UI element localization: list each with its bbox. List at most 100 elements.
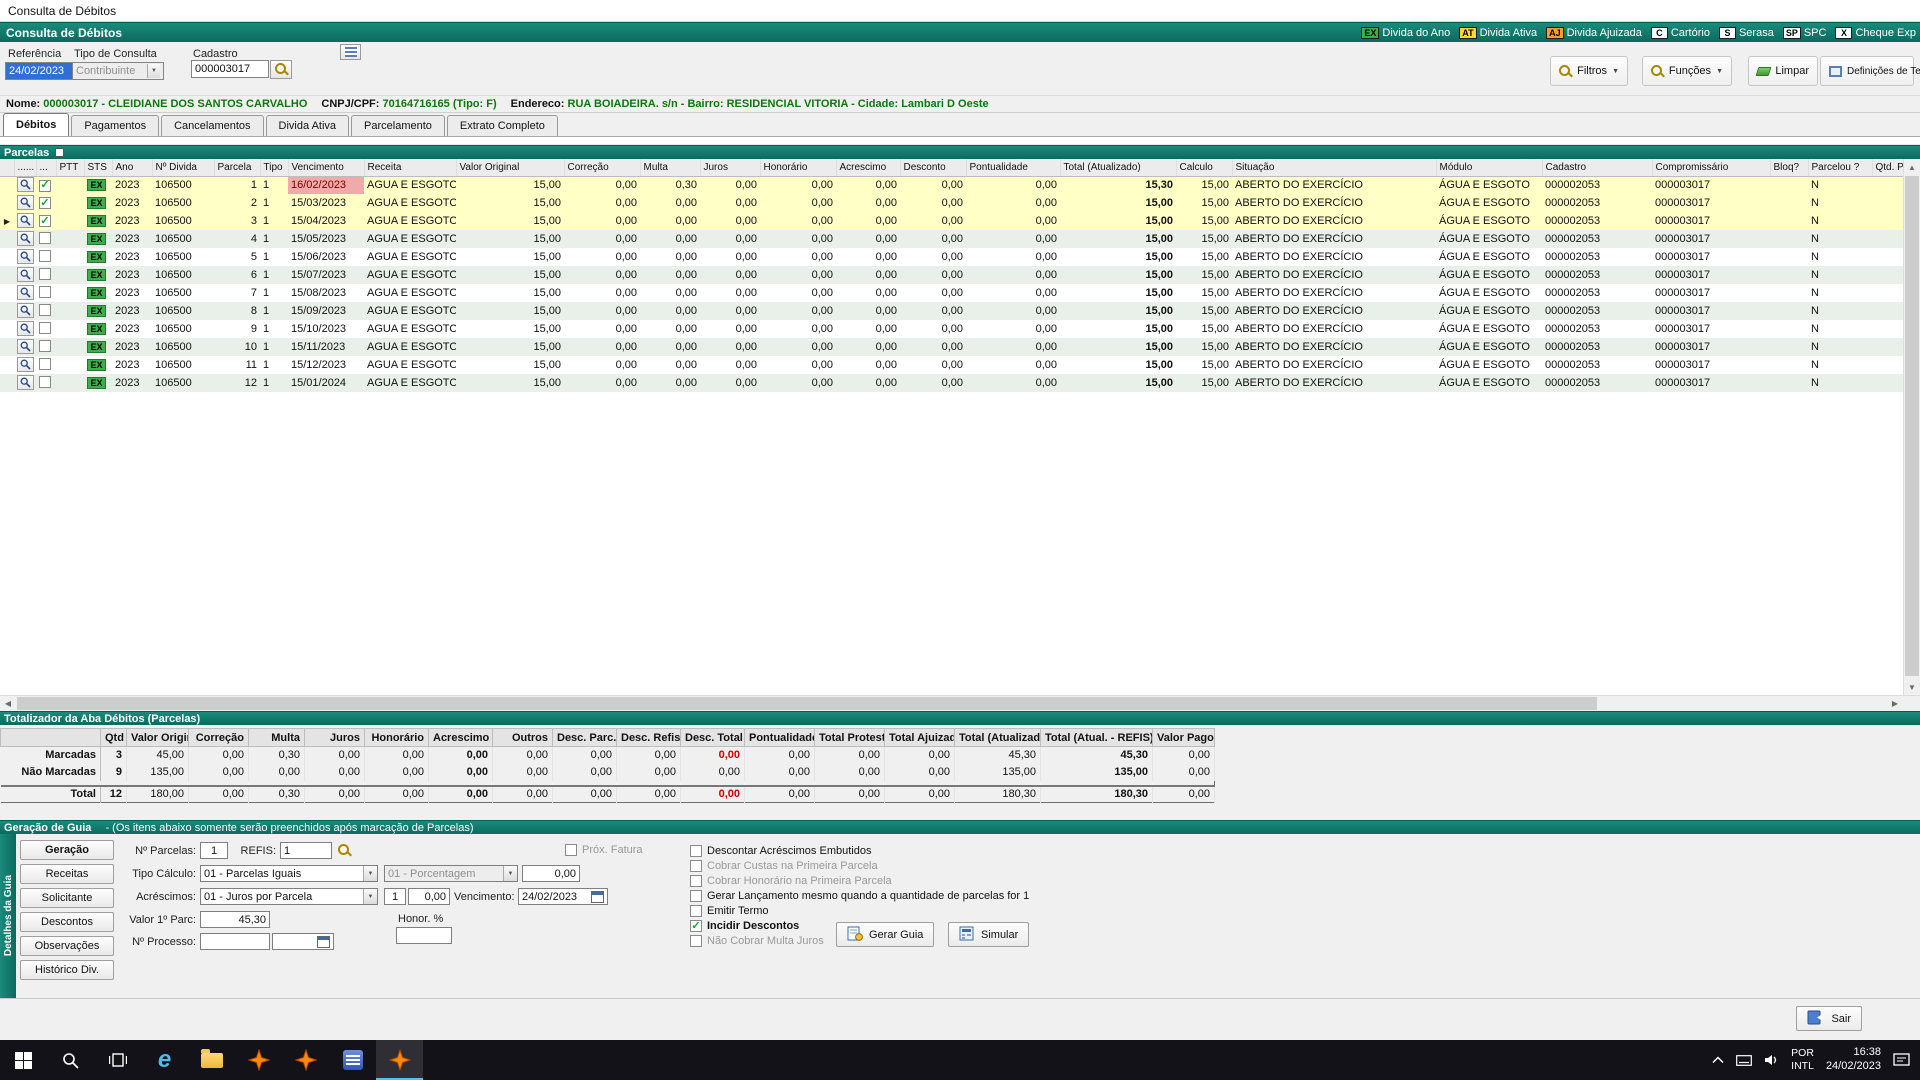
tab-divida-ativa[interactable]: Divida Ativa: [266, 115, 349, 136]
processo-input[interactable]: [200, 933, 270, 950]
column-header-receita[interactable]: Receita: [364, 159, 456, 176]
funcoes-button[interactable]: Funções ▼: [1642, 56, 1732, 86]
row-detail-button[interactable]: [17, 195, 34, 210]
tab-extrato-completo[interactable]: Extrato Completo: [447, 115, 558, 136]
row-detail-button[interactable]: [17, 339, 34, 354]
parcela-row[interactable]: EX20231065004115/05/2023AGUA E ESGOTO15,…: [0, 230, 1903, 248]
checkbox-cobrar-custas-na-primeira-parcela[interactable]: Cobrar Custas na Primeira Parcela: [690, 860, 878, 872]
calendar-icon[interactable]: [317, 936, 330, 948]
checkbox-emitir-termo[interactable]: Emitir Termo: [690, 905, 769, 917]
row-detail-button[interactable]: [17, 249, 34, 264]
sair-button[interactable]: Sair: [1796, 1006, 1862, 1031]
taskbar-app-1[interactable]: [235, 1040, 282, 1080]
tab-pagamentos[interactable]: Pagamentos: [71, 115, 159, 136]
row-checkbox[interactable]: [39, 340, 51, 352]
tab-parcelamento[interactable]: Parcelamento: [351, 115, 445, 136]
scroll-up-icon[interactable]: ▲: [1904, 159, 1920, 175]
parcela-row[interactable]: EX20231065008115/09/2023AGUA E ESGOTO15,…: [0, 302, 1903, 320]
column-header-situacao[interactable]: Situação: [1232, 159, 1436, 176]
row-detail-button[interactable]: [17, 321, 34, 336]
column-header-vencimento[interactable]: Vencimento: [288, 159, 364, 176]
checkbox-nao-cobrar-multa-juros[interactable]: Não Cobrar Multa Juros: [690, 935, 824, 947]
column-header-bloq[interactable]: Bloq?: [1770, 159, 1808, 176]
column-header-blank[interactable]: ...: [36, 159, 56, 176]
valor-parc-input[interactable]: 45,30: [200, 911, 270, 928]
column-header-valor-original[interactable]: Valor Original: [456, 159, 564, 176]
column-header-tipo[interactable]: Tipo: [260, 159, 288, 176]
column-header-parcela[interactable]: Parcela: [214, 159, 260, 176]
row-checkbox[interactable]: [39, 215, 51, 227]
taskbar-app-explorer[interactable]: [188, 1040, 235, 1080]
column-header-blank[interactable]: [0, 159, 14, 176]
column-header-cadastro[interactable]: Cadastro: [1542, 159, 1652, 176]
row-checkbox[interactable]: [39, 358, 51, 370]
vencimento-input[interactable]: 24/02/2023: [518, 888, 608, 905]
hscrollbar-thumb[interactable]: [17, 697, 1597, 710]
parcela-row[interactable]: EX20231065002115/03/2023AGUA E ESGOTO15,…: [0, 194, 1903, 212]
row-checkbox[interactable]: [39, 376, 51, 388]
row-detail-button[interactable]: [17, 285, 34, 300]
detalhes-tab-geracao[interactable]: Geração: [20, 840, 114, 860]
detalhes-tab-solicitante[interactable]: Solicitante: [20, 888, 114, 908]
checkbox-gerar-lancamento-mesmo-quando-a-quantidade-de-parcelas-for-1[interactable]: Gerar Lançamento mesmo quando a quantida…: [690, 890, 1029, 902]
column-header-ano[interactable]: Ano: [112, 159, 152, 176]
parcela-row[interactable]: EX202310650011115/12/2023AGUA E ESGOTO15…: [0, 356, 1903, 374]
taskbar-search-button[interactable]: [47, 1040, 94, 1080]
parcela-row[interactable]: ▶EX20231065003115/04/2023AGUA E ESGOTO15…: [0, 212, 1903, 230]
tipo-consulta-select[interactable]: Contribuinte ▼: [72, 62, 164, 80]
action-center-icon[interactable]: [1893, 1053, 1910, 1068]
acrescimos-select[interactable]: 01 - Juros por Parcela ▼: [200, 888, 378, 905]
taskbar-app-browser[interactable]: e: [141, 1040, 188, 1080]
row-checkbox[interactable]: [39, 268, 51, 280]
scroll-left-icon[interactable]: ◀: [0, 696, 16, 711]
column-header-modulo[interactable]: Módulo: [1436, 159, 1542, 176]
row-detail-button[interactable]: [17, 177, 34, 192]
vertical-scrollbar[interactable]: ▲ ▼: [1903, 159, 1920, 695]
row-detail-button[interactable]: [17, 267, 34, 282]
vscrollbar-thumb[interactable]: [1905, 176, 1919, 676]
column-header-acrescimo[interactable]: Acrescimo: [836, 159, 900, 176]
row-detail-button[interactable]: [17, 213, 34, 228]
column-header-pontualidade[interactable]: Pontualidade: [966, 159, 1060, 176]
refis-search-icon[interactable]: [338, 844, 351, 857]
cadastro-search-button[interactable]: [270, 60, 292, 79]
parcela-row[interactable]: EX20231065009115/10/2023AGUA E ESGOTO15,…: [0, 320, 1903, 338]
honor-input[interactable]: [396, 927, 452, 944]
row-checkbox[interactable]: [39, 250, 51, 262]
referencia-input[interactable]: 24/02/2023: [5, 62, 77, 80]
parcela-row[interactable]: EX202310650010115/11/2023AGUA E ESGOTO15…: [0, 338, 1903, 356]
gerar-guia-button[interactable]: Gerar Guia: [836, 922, 934, 947]
porcentagem-valor-input[interactable]: 0,00: [522, 865, 580, 882]
acrescimos-qtd-input[interactable]: 1: [384, 888, 406, 905]
start-button[interactable]: [0, 1040, 47, 1080]
column-header-honorario[interactable]: Honorário: [760, 159, 836, 176]
taskbar-app-2[interactable]: [282, 1040, 329, 1080]
checkbox-descontar-acrescimos-embutidos[interactable]: Descontar Acréscimos Embutidos: [690, 845, 871, 857]
definicoes-tela-button[interactable]: Definições de Tela: [1820, 56, 1914, 86]
column-header-sts[interactable]: STS: [84, 159, 112, 176]
column-header-ptt[interactable]: PTT: [56, 159, 84, 176]
horizontal-scrollbar[interactable]: ◀ ▶: [0, 695, 1920, 711]
speaker-icon[interactable]: [1764, 1054, 1779, 1066]
taskbar-app-3[interactable]: [329, 1040, 376, 1080]
keyboard-icon[interactable]: [1736, 1055, 1752, 1066]
refis-input[interactable]: 1: [280, 842, 332, 859]
simular-button[interactable]: Simular: [948, 922, 1029, 947]
row-detail-button[interactable]: [17, 375, 34, 390]
column-header-parcelou[interactable]: Parcelou ?: [1808, 159, 1872, 176]
row-checkbox[interactable]: [39, 232, 51, 244]
column-header-qtd-parc[interactable]: Qtd. Parc.: [1872, 159, 1903, 176]
cadastro-input[interactable]: 000003017: [191, 60, 269, 78]
column-header-desconto[interactable]: Desconto: [900, 159, 966, 176]
parcela-row[interactable]: EX20231065005115/06/2023AGUA E ESGOTO15,…: [0, 248, 1903, 266]
parcela-row[interactable]: EX202310650012115/01/2024AGUA E ESGOTO15…: [0, 374, 1903, 392]
acrescimos-valor-input[interactable]: 0,00: [408, 888, 450, 905]
tray-chevron-icon[interactable]: [1712, 1056, 1724, 1064]
row-checkbox[interactable]: [39, 304, 51, 316]
detalhes-tab-descontos[interactable]: Descontos: [20, 912, 114, 932]
detalhes-tab-receitas[interactable]: Receitas: [20, 864, 114, 884]
parcela-row[interactable]: EX20231065007115/08/2023AGUA E ESGOTO15,…: [0, 284, 1903, 302]
parcela-row[interactable]: EX20231065001116/02/2023AGUA E ESGOTO15,…: [0, 176, 1903, 194]
row-checkbox[interactable]: [39, 197, 51, 209]
row-detail-button[interactable]: [17, 303, 34, 318]
